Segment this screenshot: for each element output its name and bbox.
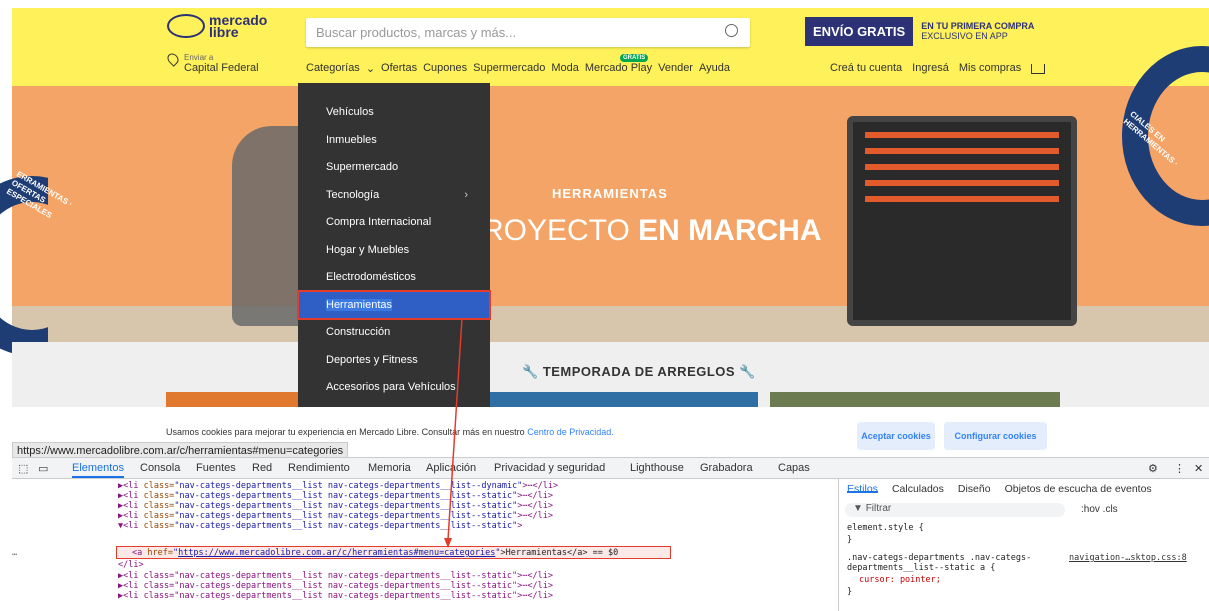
annotation-arrow xyxy=(444,317,463,548)
screen: mercado libre Buscar productos, marcas y … xyxy=(0,0,1209,611)
